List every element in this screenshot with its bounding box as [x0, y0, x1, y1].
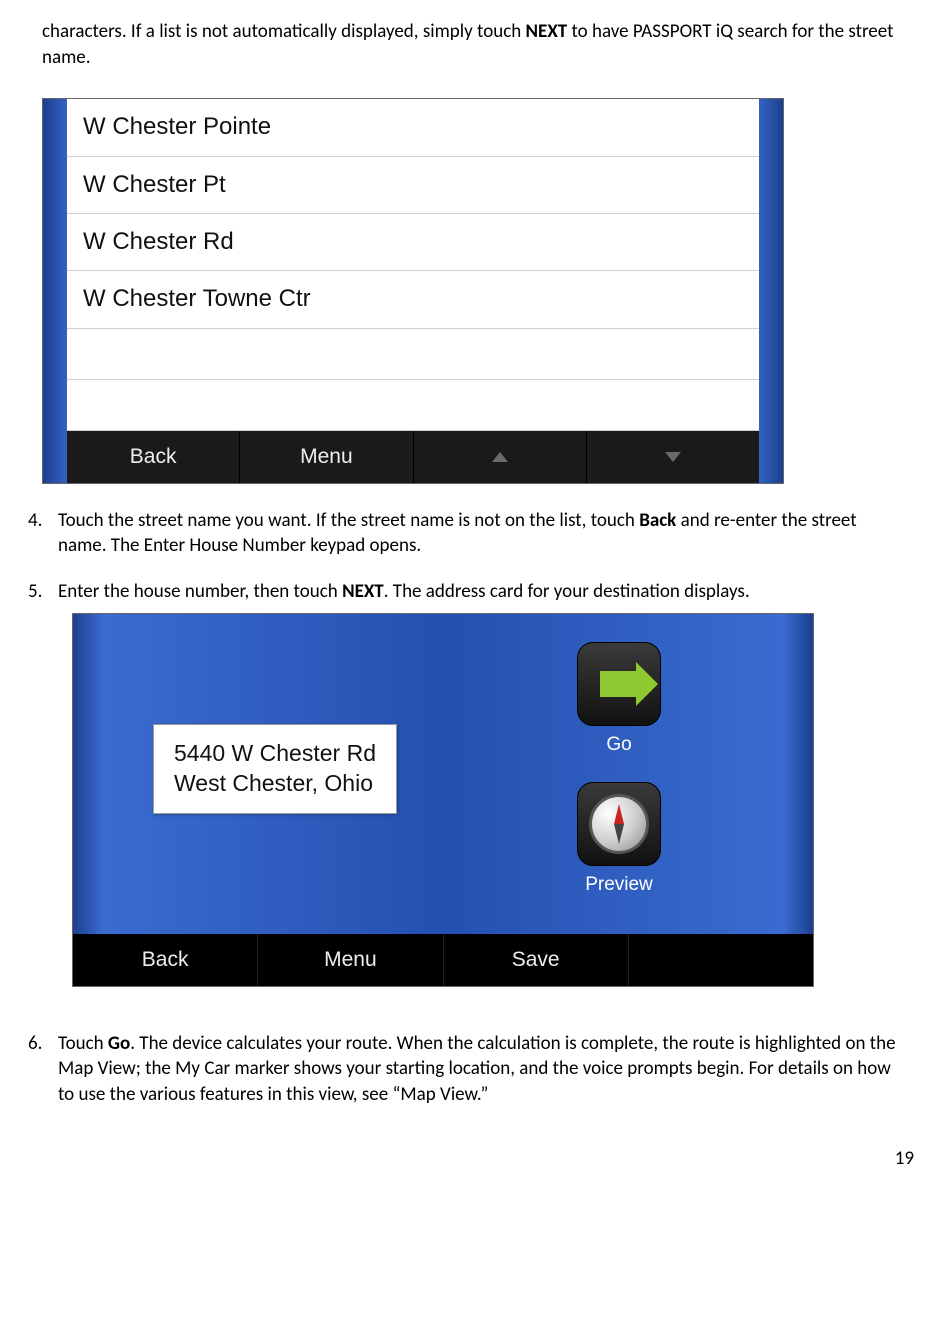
street-item[interactable]: W Chester Pt	[67, 157, 759, 214]
step-6-text-b: Go	[108, 1032, 130, 1055]
page-number: 19	[28, 1146, 914, 1172]
step-number: 6.	[28, 1031, 58, 1108]
address-line1: 5440 W Chester Rd	[174, 739, 376, 769]
scroll-down-button[interactable]	[587, 431, 759, 483]
street-list-screenshot: W Chester Pointe W Chester Pt W Chester …	[42, 98, 784, 484]
street-item[interactable]: W Chester Pointe	[67, 99, 759, 156]
menu-button[interactable]: Menu	[258, 934, 443, 986]
step-5-text-b: NEXT	[342, 580, 384, 603]
compass-icon	[589, 794, 649, 854]
step-4: 4. Touch the street name you want. If th…	[28, 508, 908, 559]
street-item-empty	[67, 380, 759, 431]
list-toolbar: Back Menu	[67, 431, 759, 483]
save-button[interactable]: Save	[444, 934, 629, 986]
card-toolbar: Back Menu Save	[73, 934, 813, 986]
intro-text-b: NEXT	[526, 20, 568, 43]
step-6: 6. Touch Go. The device calculates your …	[28, 1031, 908, 1108]
preview-label: Preview	[565, 872, 673, 898]
arrow-right-icon	[600, 671, 638, 697]
street-item[interactable]: W Chester Towne Ctr	[67, 271, 759, 328]
address-card: 5440 W Chester Rd West Chester, Ohio	[153, 724, 397, 814]
intro-paragraph: characters. If a list is not automatical…	[42, 19, 908, 70]
back-button[interactable]: Back	[73, 934, 258, 986]
menu-button[interactable]: Menu	[240, 431, 413, 483]
step-5-text-c: . The address card for your destination …	[384, 580, 750, 603]
go-button[interactable]: Go	[565, 642, 673, 758]
back-button[interactable]: Back	[67, 431, 240, 483]
step-4-text-b: Back	[639, 509, 676, 532]
step-6-text-a: Touch	[58, 1032, 108, 1055]
go-label: Go	[565, 732, 673, 758]
step-number: 4.	[28, 508, 58, 559]
street-item-empty	[67, 329, 759, 380]
preview-button[interactable]: Preview	[565, 782, 673, 898]
chevron-up-icon	[492, 452, 508, 462]
step-5-text-a: Enter the house number, then touch	[58, 580, 342, 603]
step-4-text-a: Touch the street name you want. If the s…	[58, 509, 639, 532]
step-6-text-c: . The device calculates your route. When…	[58, 1032, 896, 1106]
intro-text-a: characters. If a list is not automatical…	[42, 20, 526, 43]
street-list: W Chester Pointe W Chester Pt W Chester …	[67, 99, 759, 431]
scroll-up-button[interactable]	[414, 431, 587, 483]
address-card-screenshot: 5440 W Chester Rd West Chester, Ohio Go …	[72, 613, 814, 987]
step-5: 5. Enter the house number, then touch NE…	[28, 579, 908, 1011]
step-number: 5.	[28, 579, 58, 1011]
address-line2: West Chester, Ohio	[174, 769, 376, 799]
chevron-down-icon	[665, 452, 681, 462]
street-item[interactable]: W Chester Rd	[67, 214, 759, 271]
